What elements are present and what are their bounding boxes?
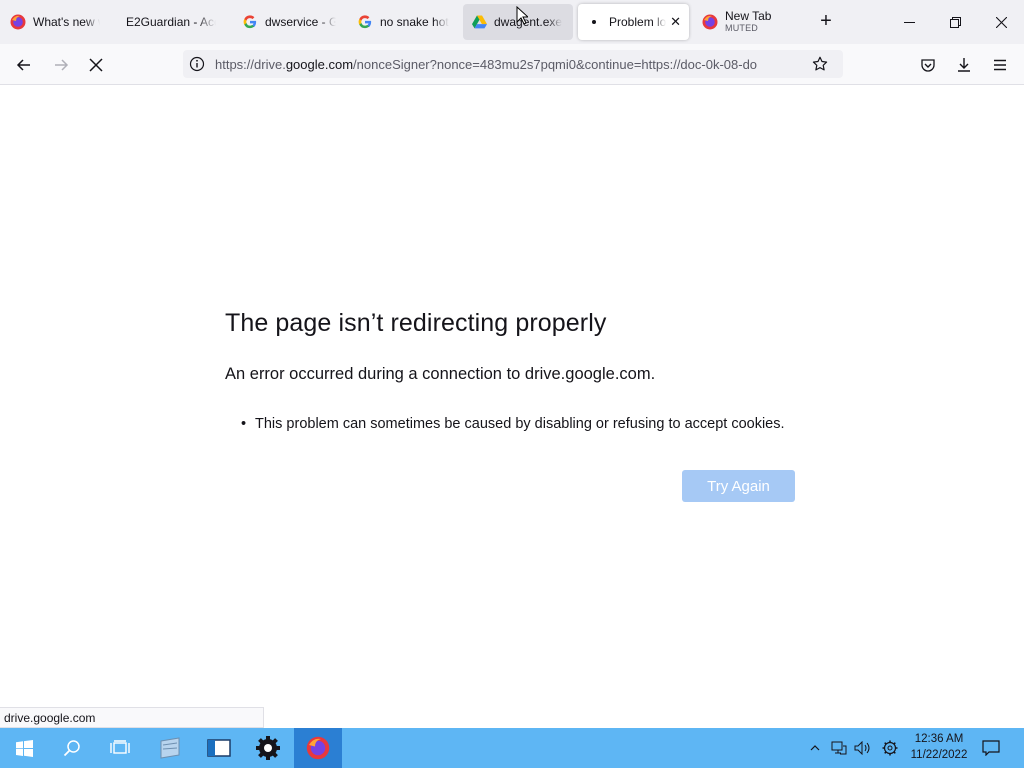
url-prefix: https://drive.	[215, 56, 286, 72]
tab-title: New Tab	[725, 9, 772, 23]
google-icon	[357, 14, 373, 30]
error-page: The page isn’t redirecting properly An e…	[0, 85, 1024, 728]
search-button[interactable]	[48, 728, 96, 768]
network-tray-button[interactable]	[829, 728, 849, 768]
bookmark-star-icon[interactable]	[803, 56, 837, 72]
clock-time: 12:36 AM	[914, 733, 964, 745]
restore-icon	[949, 16, 961, 28]
pocket-button[interactable]	[914, 51, 942, 79]
error-suggestion-item: This problem can sometimes be caused by …	[255, 416, 785, 432]
tray-overflow-button[interactable]	[806, 728, 824, 768]
mouse-cursor-icon	[516, 6, 528, 25]
forward-arrow-icon	[55, 59, 69, 71]
tab-whats-new[interactable]: What's new w	[2, 4, 108, 40]
tab-muted-label: MUTED	[725, 23, 758, 33]
taskbar-app-settings[interactable]	[244, 728, 292, 768]
taskbar-clock[interactable]: 12:36 AM 11/22/2022	[906, 731, 972, 763]
start-button[interactable]	[0, 728, 48, 768]
network-icon	[831, 741, 847, 755]
address-bar[interactable]: https://drive.google.com/nonceSigner?non…	[183, 50, 843, 78]
close-icon	[995, 16, 1007, 28]
error-description: An error occurred during a connection to…	[225, 365, 656, 383]
url-suffix: /nonceSigner?nonce=483mu2s7pqmi0&continu…	[353, 56, 758, 72]
task-view-icon	[110, 740, 130, 754]
error-title: The page isn’t redirecting properly	[225, 309, 607, 337]
back-arrow-icon	[16, 59, 30, 71]
downloads-button[interactable]	[950, 51, 978, 79]
minimize-icon	[903, 21, 915, 23]
taskbar-app-generic[interactable]	[146, 728, 194, 768]
windows-logo-icon	[15, 739, 33, 757]
volume-tray-button[interactable]	[853, 728, 873, 768]
tab-new-tab[interactable]: New Tab MUTED	[694, 4, 804, 40]
speaker-icon	[854, 741, 870, 755]
tab-title: What's new w	[33, 15, 100, 29]
taskbar-app-firefox[interactable]	[294, 728, 342, 768]
site-info-icon[interactable]	[183, 56, 211, 72]
new-tab-button[interactable]: +	[814, 10, 838, 34]
google-drive-icon	[471, 14, 487, 30]
pocket-icon	[921, 59, 935, 72]
window-app-icon	[207, 739, 231, 757]
stop-icon	[89, 58, 103, 72]
tab-dwservice[interactable]: dwservice - G	[234, 4, 344, 40]
loading-dot-icon	[586, 14, 602, 30]
notifications-button[interactable]	[980, 728, 1002, 768]
taskbar: 12:36 AM 11/22/2022	[0, 728, 1024, 768]
download-icon	[958, 58, 970, 72]
app-window-icon	[160, 737, 180, 759]
close-window-button[interactable]	[978, 0, 1024, 44]
close-tab-icon[interactable]: ✕	[666, 14, 681, 30]
tab-problem-loading[interactable]: Problem lo ✕	[578, 4, 689, 40]
try-again-button[interactable]: Try Again	[682, 470, 795, 502]
task-view-button[interactable]	[96, 728, 144, 768]
search-icon	[63, 740, 80, 757]
stop-button[interactable]	[82, 51, 110, 79]
gear-icon	[256, 736, 280, 760]
tab-title: dwservice - G	[265, 15, 336, 29]
clock-date: 11/22/2022	[910, 749, 968, 761]
restore-button[interactable]	[932, 0, 978, 44]
back-button[interactable]	[10, 51, 38, 79]
firefox-icon	[10, 14, 26, 30]
gear-icon	[882, 740, 898, 756]
tab-title: no snake hota	[380, 15, 449, 29]
error-suggestion-list: • This problem can sometimes be caused by…	[241, 416, 785, 432]
url-text[interactable]: https://drive.google.com/nonceSigner?non…	[211, 57, 803, 72]
tab-no-snake[interactable]: no snake hota	[349, 4, 457, 40]
taskbar-app-window[interactable]	[195, 728, 243, 768]
tab-e2guardian[interactable]: E2Guardian - Acce	[118, 4, 224, 40]
tab-title: E2Guardian - Acce	[126, 15, 216, 29]
forward-button[interactable]	[47, 51, 75, 79]
bullet: •	[241, 416, 247, 432]
tab-title: Problem lo	[609, 15, 667, 29]
status-panel: drive.google.com	[0, 707, 264, 728]
notification-icon	[982, 740, 1000, 756]
firefox-icon	[702, 14, 718, 30]
minimize-button[interactable]	[886, 0, 932, 44]
menu-button[interactable]	[986, 51, 1014, 79]
tab-strip: What's new w E2Guardian - Acce dwservice…	[0, 0, 1024, 44]
navigation-toolbar: https://drive.google.com/nonceSigner?non…	[0, 44, 1024, 85]
google-icon	[242, 14, 258, 30]
hamburger-menu-icon	[994, 59, 1006, 71]
chevron-up-icon	[810, 745, 820, 751]
tab-title: dwagent.exe	[494, 15, 563, 29]
firefox-icon	[306, 736, 330, 760]
url-domain: google.com	[285, 56, 354, 72]
settings-tray-button[interactable]	[880, 728, 900, 768]
